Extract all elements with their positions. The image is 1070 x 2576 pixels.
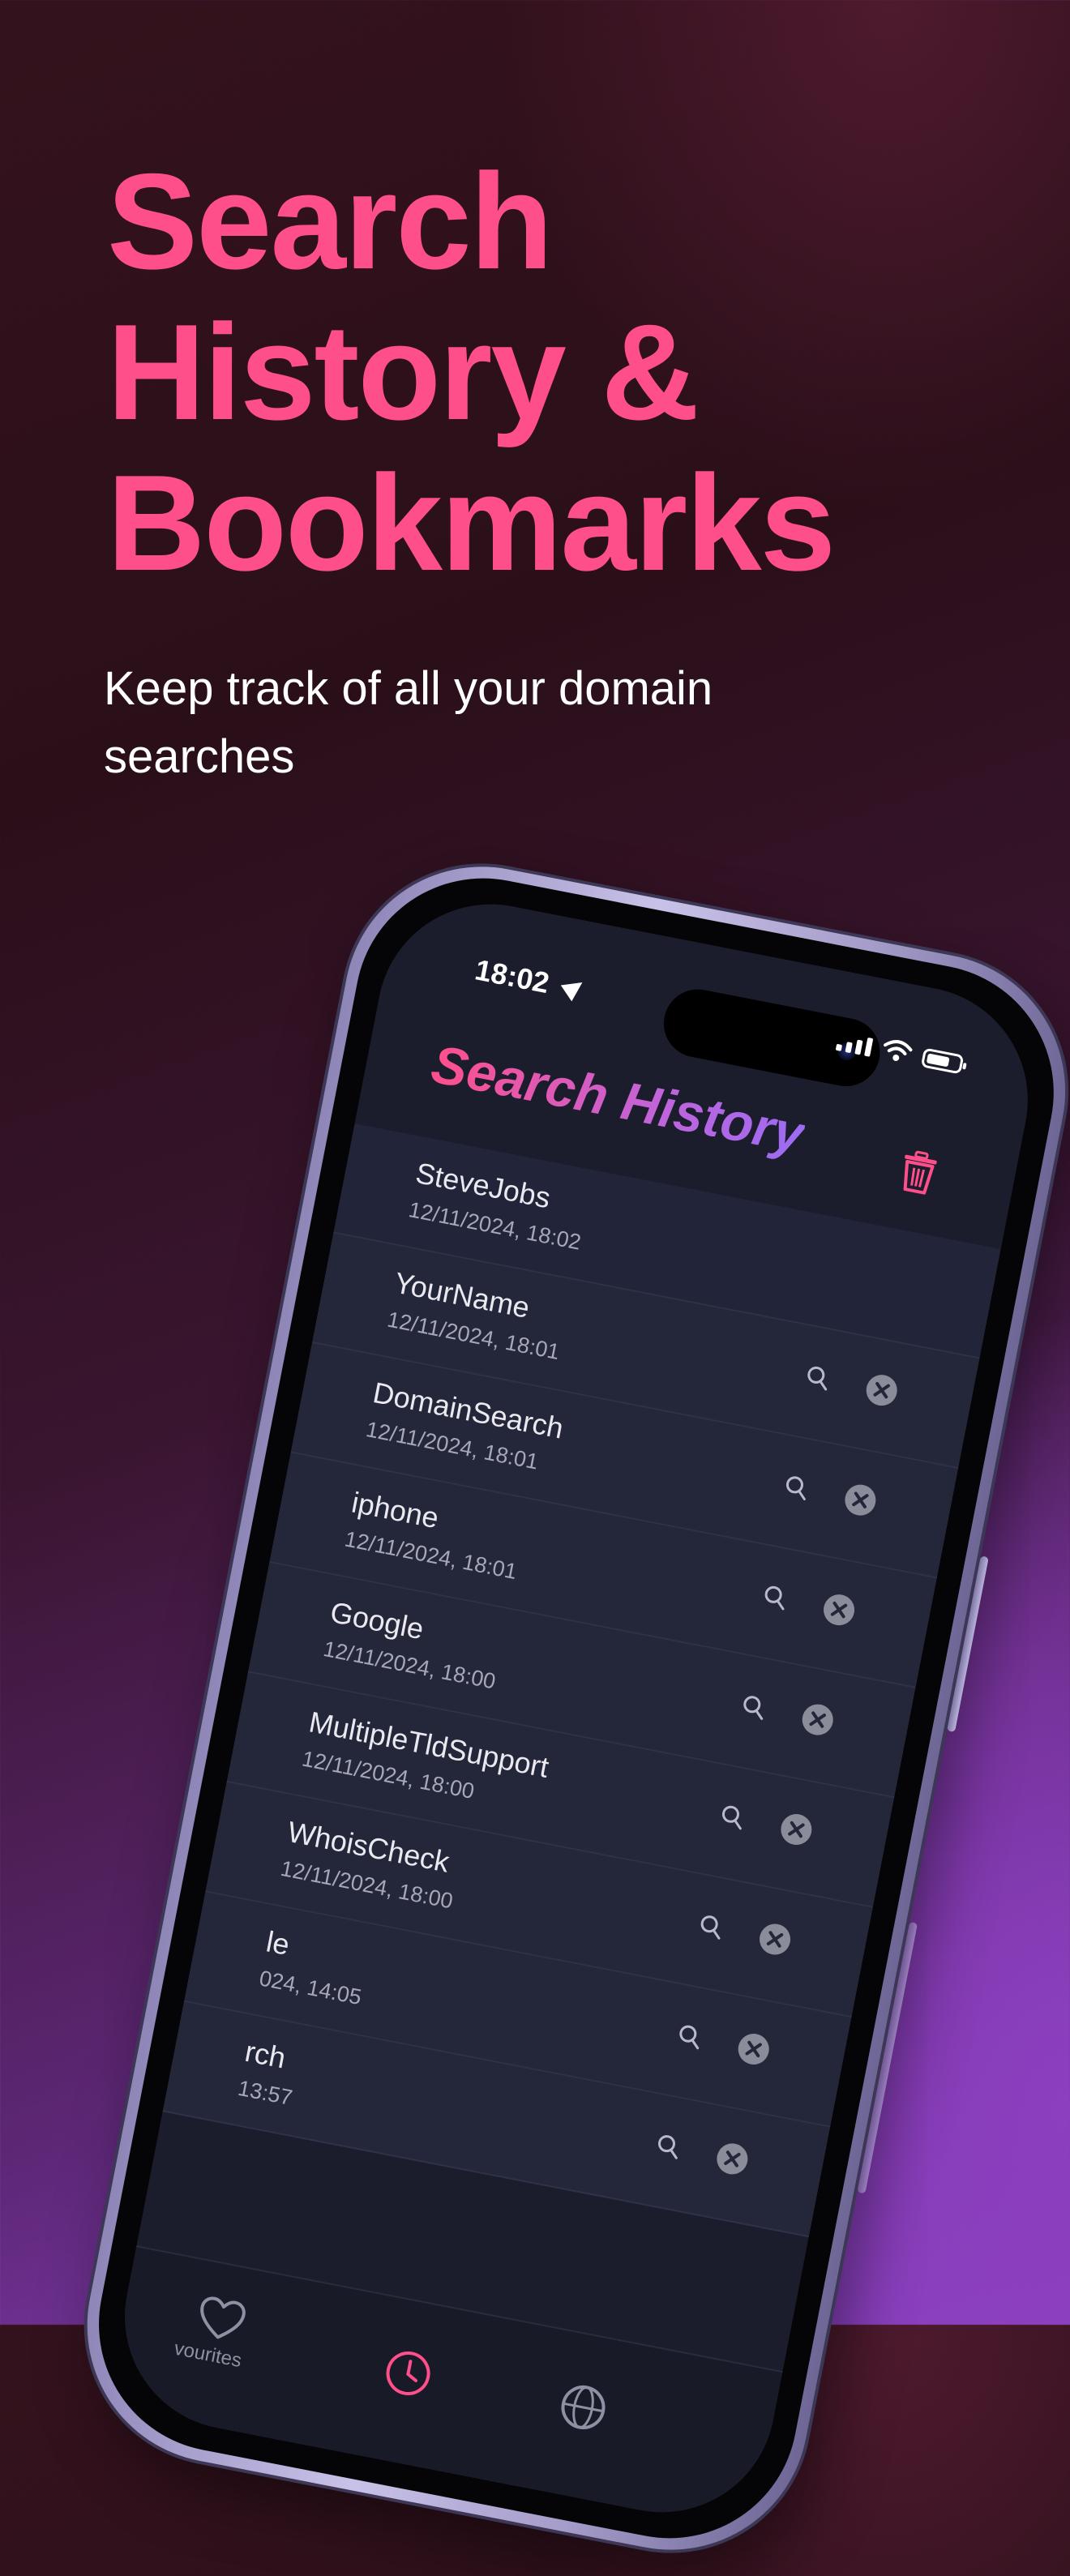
battery-icon	[920, 1047, 965, 1075]
phone-bezel: 18:02 Search History SteveJobs 12/11/202…	[76, 856, 1070, 2561]
magnifier-icon[interactable]	[654, 2133, 683, 2161]
history-item-date: 12/11/2024, 18:00	[321, 1636, 498, 1694]
history-item-name: iphone	[349, 1485, 442, 1535]
magnifier-icon[interactable]	[761, 1583, 790, 1611]
close-circle-icon[interactable]	[734, 2029, 773, 2069]
close-circle-icon[interactable]	[841, 1480, 880, 1520]
history-item-date: 13:57	[236, 2075, 295, 2111]
history-item-date: 024, 14:05	[257, 1966, 364, 2010]
history-item-date: 12/11/2024, 18:02	[406, 1197, 584, 1255]
location-arrow-icon	[560, 974, 588, 1002]
headline-line-3: Bookmarks	[107, 447, 836, 599]
history-item-name: Google	[327, 1594, 427, 1646]
close-circle-icon[interactable]	[777, 1809, 816, 1849]
app-screen: 18:02 Search History SteveJobs 12/11/202…	[105, 884, 1047, 2532]
headline-line-2: History &	[107, 296, 700, 448]
history-list: SteveJobs 12/11/2024, 18:02 YourName 12/11/…	[162, 1123, 1001, 2238]
close-circle-icon[interactable]	[798, 1700, 837, 1739]
domain-icon[interactable]	[556, 2380, 611, 2435]
close-circle-icon[interactable]	[862, 1371, 901, 1410]
status-time: 18:02	[472, 952, 552, 1000]
heart-icon[interactable]	[194, 2293, 250, 2345]
promo-subtitle: Keep track of all your domain searches	[104, 662, 713, 783]
history-item-name: rch	[242, 2034, 289, 2075]
phone-mockup: 18:02 Search History SteveJobs 12/11/202…	[63, 843, 1070, 2574]
headline-line-1: Search	[107, 145, 553, 297]
clock-icon[interactable]	[381, 2346, 436, 2401]
magnifier-icon[interactable]	[718, 1803, 747, 1831]
trash-icon[interactable]	[897, 1148, 939, 1196]
history-item-name: le	[263, 1924, 293, 1962]
magnifier-icon[interactable]	[782, 1474, 811, 1502]
close-circle-icon[interactable]	[819, 1590, 858, 1629]
close-circle-icon[interactable]	[755, 1919, 794, 1959]
promo-headline: Search History & Bookmarks	[107, 145, 836, 599]
wifi-icon	[884, 1040, 913, 1061]
history-item-date: 12/11/2024, 18:01	[342, 1526, 520, 1585]
magnifier-icon[interactable]	[676, 2022, 704, 2051]
magnifier-icon[interactable]	[740, 1693, 768, 1722]
tab-bar: vourites	[105, 2245, 783, 2532]
close-circle-icon[interactable]	[713, 2139, 752, 2179]
magnifier-icon[interactable]	[804, 1363, 832, 1392]
magnifier-icon[interactable]	[697, 1913, 725, 1941]
history-item-date: 12/11/2024, 18:01	[385, 1307, 562, 1365]
